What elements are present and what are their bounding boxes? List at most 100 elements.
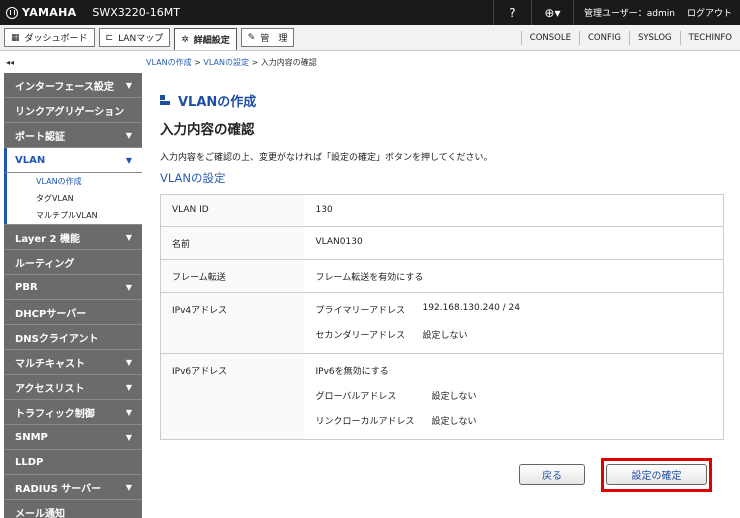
ipv4-primary-label: プライマリーアドレス [315, 306, 406, 316]
yamaha-emblem-icon [6, 6, 18, 19]
page-title: 入力内容の確認 [160, 122, 255, 138]
sidebar-subitem-vlan-create[interactable]: VLANの作成 [4, 173, 142, 190]
sidebar-item-port-auth[interactable]: ポート認証 ▼ [4, 123, 142, 148]
table-row: IPv6アドレス IPv6を無効にする グローバルアドレス 設定しない リンクロ… [160, 353, 724, 440]
dashboard-icon: ▦ [11, 32, 20, 43]
main-content: VLANの作成 入力内容の確認 入力内容をご確認の上、変更がなければ「設定の確定… [160, 90, 725, 440]
chevron-down-icon: ▼ [125, 130, 132, 140]
chevron-down-icon: ▼ [125, 80, 132, 90]
sidebar-item-label: ルーティング [15, 258, 75, 270]
sidebar-item-traffic-control[interactable]: トラフィック制御 ▼ [4, 400, 142, 425]
chevron-down-icon: ▼ [125, 282, 132, 292]
sidebar-item-label: ポート認証 [15, 131, 65, 143]
section-icon [160, 95, 170, 105]
row-key: IPv4アドレス [160, 292, 304, 354]
gear-icon: ✲ [181, 34, 189, 45]
sidebar-item-interface[interactable]: インターフェース設定 ▼ [4, 73, 142, 98]
dashboard-label: ダッシュボード [24, 34, 88, 44]
sidebar-item-label: マルチキャスト [15, 358, 85, 370]
management-tab[interactable]: ✎ 管 理 [240, 28, 295, 47]
sidebar-item-link-aggregation[interactable]: リンクアグリゲーション [4, 98, 142, 123]
ipv4-secondary-value: 設定しない [422, 331, 468, 341]
row-value: フレーム転送を有効にする [303, 259, 724, 293]
ipv6-enable-value: IPv6を無効にする [315, 367, 389, 377]
sidebar-item-lldp[interactable]: LLDP [4, 450, 142, 475]
dashboard-tab[interactable]: ▦ ダッシュボード [4, 28, 95, 47]
back-button[interactable]: 戻る [519, 464, 585, 485]
sidebar-item-label: RADIUS サーバー [15, 483, 102, 495]
vlan-submenu: VLANの作成 タグVLAN マルチプルVLAN [4, 173, 142, 225]
row-key: フレーム転送 [160, 259, 304, 293]
sidebar-item-radius-server[interactable]: RADIUS サーバー ▼ [4, 475, 142, 500]
sidebar-item-label: アクセスリスト [15, 383, 85, 395]
sidebar-item-routing[interactable]: ルーティング [4, 250, 142, 275]
ipv6-linklocal-value: 設定しない [431, 417, 477, 427]
sidebar-item-dhcp-server[interactable]: DHCPサーバー [4, 300, 142, 325]
sidebar-item-layer2[interactable]: Layer 2 機能 ▼ [4, 225, 142, 250]
lanmap-tab[interactable]: ⊏ LANマップ [98, 28, 171, 47]
ipv6-values: IPv6を無効にする グローバルアドレス 設定しない リンクローカルアドレス 設… [303, 353, 724, 440]
top-bar: YAMAHA SWX3220-16MT ? ⊕▾ 管理ユーザー：admin ログ… [0, 0, 740, 25]
sidebar-item-mail-notify[interactable]: メール通知 [4, 500, 142, 518]
management-label: 管 理 [260, 34, 288, 44]
sidebar-collapse-button[interactable]: ◂◂ [6, 58, 14, 67]
subsection-title: VLANの設定 [160, 171, 226, 185]
breadcrumb: VLANの作成 > VLANの設定 > 入力内容の確認 [146, 57, 317, 68]
confirm-settings-button[interactable]: 設定の確定 [606, 464, 707, 485]
sidebar-item-dns-client[interactable]: DNSクライアント [4, 325, 142, 350]
section-title: VLANの作成 [178, 94, 257, 110]
sidebar-item-label: DHCPサーバー [15, 308, 87, 320]
ipv4-values: プライマリーアドレス 192.168.130.240 / 24 セカンダリーアド… [303, 292, 724, 354]
sidebar-item-label: Layer 2 機能 [15, 233, 80, 245]
breadcrumb-vlan-create[interactable]: VLANの作成 [146, 58, 192, 67]
logout-link[interactable]: ログアウト [683, 0, 740, 25]
sidebar-item-label: SNMP [15, 431, 48, 443]
advanced-settings-tab[interactable]: ✲ 詳細設定 [174, 28, 237, 50]
ipv6-global-value: 設定しない [431, 392, 477, 402]
table-row: IPv4アドレス プライマリーアドレス 192.168.130.240 / 24… [160, 292, 724, 354]
breadcrumb-current: 入力内容の確認 [260, 58, 317, 67]
sidebar-item-vlan[interactable]: VLAN ▼ [4, 148, 142, 173]
breadcrumb-separator: > [248, 58, 261, 67]
confirm-table: VLAN ID 130 名前 VLAN0130 フレーム転送 フレーム転送を有効… [160, 194, 724, 440]
device-model: SWX3220-16MT [92, 6, 180, 19]
ipv6-global-label: グローバルアドレス [315, 392, 397, 402]
language-button[interactable]: ⊕▾ [530, 0, 573, 25]
table-row: VLAN ID 130 [160, 194, 724, 227]
chevron-down-icon: ▼ [125, 482, 132, 492]
config-link[interactable]: CONFIG [578, 30, 629, 45]
chevron-down-icon: ▼ [125, 155, 132, 165]
sidebar-item-multicast[interactable]: マルチキャスト ▼ [4, 350, 142, 375]
page-description: 入力内容をご確認の上、変更がなければ「設定の確定」ボタンを押してください。 [160, 153, 493, 163]
breadcrumb-vlan-settings[interactable]: VLANの設定 [203, 58, 249, 67]
help-button[interactable]: ? [492, 0, 531, 25]
chevron-down-icon: ▼ [125, 232, 132, 242]
sidebar-item-label: メール通知 [15, 508, 65, 518]
syslog-link[interactable]: SYSLOG [628, 30, 680, 45]
techinfo-link[interactable]: TECHINFO [679, 30, 740, 45]
sidebar-item-label: DNSクライアント [15, 333, 99, 345]
sidebar-item-snmp[interactable]: SNMP ▼ [4, 425, 142, 450]
sidebar-item-access-list[interactable]: アクセスリスト ▼ [4, 375, 142, 400]
sidebar-subitem-tag-vlan[interactable]: タグVLAN [4, 190, 142, 207]
row-value: 130 [303, 194, 724, 227]
user-label: 管理ユーザー：admin [572, 0, 683, 25]
table-row: 名前 VLAN0130 [160, 226, 724, 260]
breadcrumb-separator: > [191, 58, 204, 67]
help-icon: ? [509, 5, 516, 20]
row-key: 名前 [160, 226, 304, 260]
wrench-icon: ✎ [247, 32, 256, 43]
ipv6-linklocal-label: リンクローカルアドレス [315, 417, 415, 427]
console-link[interactable]: CONSOLE [520, 30, 579, 45]
row-value: VLAN0130 [303, 226, 724, 260]
ipv4-secondary-label: セカンダリーアドレス [315, 331, 406, 341]
sidebar: インターフェース設定 ▼ リンクアグリゲーション ポート認証 ▼ VLAN ▼ VLA… [4, 73, 142, 518]
sidebar-subitem-multiple-vlan[interactable]: マルチプルVLAN [4, 207, 142, 224]
sidebar-item-label: PBR [15, 281, 38, 293]
sidebar-item-label: トラフィック制御 [15, 408, 95, 420]
brand-name: YAMAHA [22, 6, 77, 19]
row-key: IPv6アドレス [160, 353, 304, 440]
sidebar-item-pbr[interactable]: PBR ▼ [4, 275, 142, 300]
chevron-down-icon: ▼ [125, 407, 132, 417]
globe-icon: ⊕▾ [544, 5, 561, 20]
